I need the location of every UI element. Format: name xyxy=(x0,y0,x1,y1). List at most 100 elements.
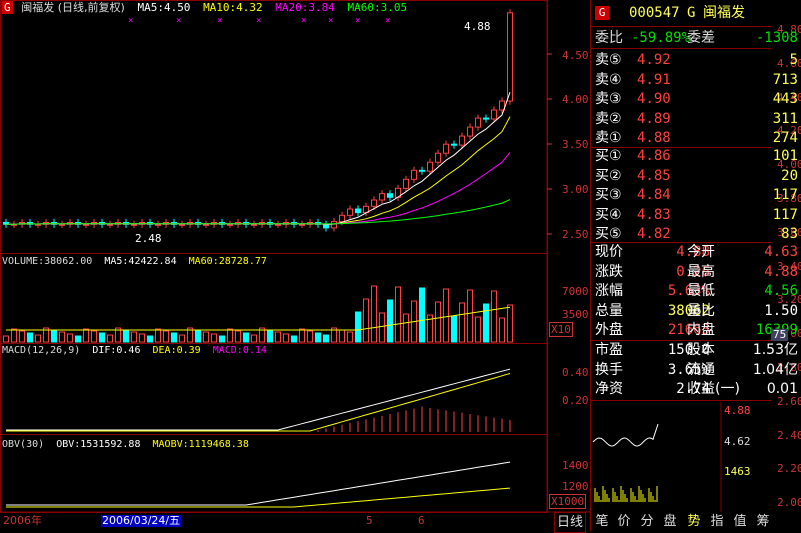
quote-row: 现价 4.88 今开 4.63 xyxy=(591,242,801,262)
volume-unit: X10 xyxy=(549,322,573,337)
ma20-line xyxy=(6,152,511,225)
tab-value[interactable]: 值 xyxy=(730,512,750,531)
fund-label: 净资 xyxy=(595,381,623,397)
ask-volume: 713 xyxy=(772,71,798,88)
obv-header: OBV(30) OBV:1531592.88 MAOBV:1119468.38 xyxy=(2,439,255,451)
quote-row: 买② 4.85 20 xyxy=(591,166,801,186)
volume-bar xyxy=(163,330,169,343)
candle xyxy=(467,126,473,137)
ask-label: 卖② xyxy=(595,110,622,127)
quote-row: 卖② 4.89 311 xyxy=(591,109,801,129)
tab-price[interactable]: 价 xyxy=(614,512,634,531)
tab-chips[interactable]: 筹 xyxy=(753,512,773,531)
volume-bar xyxy=(355,311,361,343)
bid-volume: 20 xyxy=(781,167,798,184)
bid-price: 4.83 xyxy=(637,206,671,223)
candle xyxy=(59,223,65,226)
bid-label: 买⑤ xyxy=(595,226,622,242)
quote-row: 净资 2.74 收益(一) 0.01 xyxy=(591,379,801,399)
fund-label: 市盈 xyxy=(595,342,623,358)
volume-ma-line xyxy=(6,306,511,331)
volume-bar xyxy=(147,335,153,343)
candle xyxy=(227,223,233,226)
bid-volume: 101 xyxy=(772,148,798,164)
high-label: 4.88 xyxy=(464,20,491,33)
tab-trend[interactable]: 势 xyxy=(684,512,704,531)
quote-row: 卖① 4.88 274 xyxy=(591,128,801,148)
event-marker: × xyxy=(355,16,360,26)
candle xyxy=(83,223,89,226)
fund-value: 1.04亿 xyxy=(752,361,798,378)
volume-bar xyxy=(3,335,9,343)
stat-value: 4.88 xyxy=(764,263,798,280)
candle xyxy=(155,223,161,226)
volume-bar xyxy=(155,328,161,343)
quote-row: 总量 38062 量比 1.50 xyxy=(591,301,801,321)
volume-bar xyxy=(459,302,465,343)
volume-bar xyxy=(171,332,177,343)
tab-daily[interactable]: 日线 xyxy=(554,512,586,533)
volume-bar xyxy=(67,333,73,343)
cursor-date: 2006/03/24/五 xyxy=(101,514,182,527)
candle xyxy=(427,161,433,172)
volume-bar xyxy=(195,329,201,343)
right-axis-tick: 2.40 xyxy=(777,428,801,442)
volume-bar xyxy=(379,312,385,343)
candle xyxy=(355,208,361,214)
volume-bar xyxy=(235,330,241,343)
stat-value: 4.56 xyxy=(764,283,798,299)
event-marker: × xyxy=(217,16,222,26)
candle xyxy=(251,223,257,226)
mini-vol: 1463 xyxy=(724,465,751,478)
tab-bi[interactable]: 笔 xyxy=(592,512,612,531)
candle xyxy=(299,223,305,226)
obv-title: OBV(30) xyxy=(2,439,45,450)
volume-bar xyxy=(507,304,513,343)
event-marker: × xyxy=(128,16,133,26)
bid-label: 买① xyxy=(595,148,622,164)
ma5-value: MA5:4.50 xyxy=(137,1,191,14)
quote-row: 换手 3.65% 流通 1.04亿 xyxy=(591,360,801,380)
ask-label: 卖① xyxy=(595,130,622,146)
tab-minute[interactable]: 分 xyxy=(637,512,657,531)
quote-row: 买③ 4.84 117 xyxy=(591,185,801,205)
mini-price-line xyxy=(592,423,659,447)
ma10-value: MA10:4.32 xyxy=(203,1,263,14)
quote-row: 卖⑤ 4.92 5 xyxy=(591,50,801,70)
weibi-value: -59.89% xyxy=(631,30,691,46)
macd-ytick: 0.40 xyxy=(562,366,589,379)
quote-row: 卖④ 4.91 713 xyxy=(591,70,801,90)
stat-label: 现价 xyxy=(595,244,623,260)
macd-header: MACD(12,26,9) DIF:0.46 DEA:0.39 MACD:0.1… xyxy=(2,345,273,357)
volume-bar xyxy=(243,332,249,343)
candle xyxy=(379,193,385,201)
quote-row: 市盈 150.0 股本 1.53亿 xyxy=(591,340,801,360)
weicha-value: -1308 xyxy=(755,30,798,46)
volume-bar xyxy=(291,335,297,343)
kline-ytick: 4.00 xyxy=(562,93,589,106)
bid-price: 4.86 xyxy=(637,148,671,164)
volume-bar xyxy=(227,328,233,343)
obv-value: OBV:1531592.88 xyxy=(56,439,141,450)
macd-dea: DEA:0.39 xyxy=(152,345,201,356)
candle xyxy=(331,221,337,229)
obv-ytick: 1400 xyxy=(562,459,589,472)
candle xyxy=(387,193,393,198)
quote-row: 涨跌 0.26 最高 4.88 xyxy=(591,262,801,282)
tab-index[interactable]: 指 xyxy=(707,512,727,531)
quote-title-row: G 000547 G 闽福发 xyxy=(591,3,801,23)
candle xyxy=(275,223,281,226)
mini-high: 4.88 xyxy=(724,404,751,417)
tab-pan[interactable]: 盘 xyxy=(660,512,680,531)
candle xyxy=(451,143,457,146)
volume-ytick: 7000 xyxy=(562,285,589,298)
side-value: 75 xyxy=(771,328,789,341)
maobv-line xyxy=(6,487,511,508)
quote-row: 卖③ 4.90 443 xyxy=(591,89,801,109)
volume-bar xyxy=(347,331,353,343)
volume-bar xyxy=(307,330,313,343)
kline-ytick: 3.50 xyxy=(562,138,589,151)
intraday-mini-chart[interactable] xyxy=(591,402,771,512)
bid-volume: 117 xyxy=(772,187,798,203)
volume-bar xyxy=(83,328,89,343)
